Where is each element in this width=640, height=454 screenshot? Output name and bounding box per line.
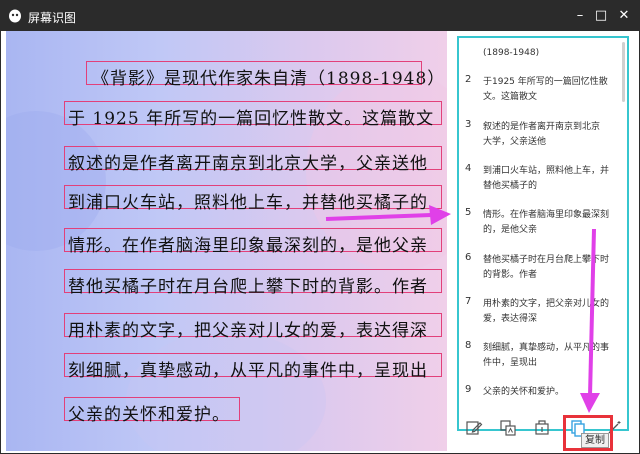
document-line-6: 替他买橘子时在月台爬上攀下时的背影。作者	[68, 277, 428, 297]
result-text: 文。这篇散文	[483, 92, 538, 102]
result-text: 的，是他父亲	[483, 225, 538, 235]
result-number: 8	[465, 340, 472, 351]
translate-icon[interactable]	[499, 419, 517, 437]
source-image-pane: 《背影》是现代作家朱自清（1898-1948） 于 1925 年所写的一篇回忆性…	[6, 31, 447, 451]
app-window: 屏幕识图 – □ ✕ 《背影》是现代作家朱自清（1898-1948） 于 192…	[0, 0, 640, 454]
result-partial-line: (1898-1948)	[483, 48, 540, 58]
result-text: 用朴素的文字，把父亲对儿女的	[483, 299, 610, 309]
document-line-4: 到浦口火车站，照料他上车，并替他买橘子的	[68, 193, 428, 213]
app-logo-icon	[9, 9, 21, 23]
result-text: 替他买橘子时在月台爬上攀下时	[483, 255, 610, 265]
result-text: 件中，呈现出	[483, 358, 538, 368]
result-text: 爱，表达得深	[483, 314, 538, 324]
document-line-3: 叙述的是作者离开南京到北京大学，父亲送他	[68, 154, 428, 174]
ocr-result-list[interactable]: (1898-1948) 2 于1925 年所写的一篇回忆性散 文。这篇散文 3 …	[457, 36, 629, 431]
result-scrollbar[interactable]	[622, 42, 625, 102]
title-bar[interactable]: 屏幕识图 – □ ✕	[1, 1, 639, 31]
result-number: 3	[465, 119, 472, 130]
close-button[interactable]: ✕	[614, 7, 634, 25]
result-text: 叙述的是作者离开南京到北京	[483, 122, 601, 132]
document-line-2: 于 1925 年所写的一篇回忆性散文。这篇散文	[68, 109, 435, 129]
result-text: 大学，父亲送他	[483, 137, 547, 147]
result-text: 替他买橘子的	[483, 181, 538, 191]
document-line-8: 刻细腻，真挚感动，从平凡的事件中，呈现出	[68, 361, 428, 381]
result-number: 9	[465, 384, 472, 395]
result-number: 4	[465, 163, 472, 174]
result-text: 到浦口火车站，照料他上车，并	[483, 166, 610, 176]
document-line-7: 用朴素的文字，把父亲对儿女的爱，表达得深	[68, 321, 428, 341]
result-text: 刻细腻，真挚感动，从平凡的事	[483, 343, 610, 353]
result-number: 6	[465, 252, 472, 263]
result-number: 7	[465, 296, 472, 307]
result-number: 5	[465, 207, 472, 218]
window-title: 屏幕识图	[28, 11, 77, 25]
maximize-button[interactable]: □	[591, 7, 611, 25]
result-text: 于1925 年所写的一篇回忆性散	[483, 77, 608, 87]
export-icon[interactable]	[533, 419, 551, 437]
edit-icon[interactable]	[465, 419, 483, 437]
result-text: 的背影。作者	[483, 270, 538, 280]
document-line-5: 情形。在作者脑海里印象最深刻的，是他父亲	[68, 236, 428, 256]
result-text: 父亲的关怀和爱护。	[483, 387, 565, 397]
result-pane: (1898-1948) 2 于1925 年所写的一篇回忆性散 文。这篇散文 3 …	[449, 31, 639, 451]
background-shape	[126, 331, 326, 451]
document-line-1: 《背影》是现代作家朱自清（1898-1948）	[92, 69, 446, 89]
minimize-button[interactable]: –	[570, 7, 590, 25]
result-number: 2	[465, 74, 472, 85]
highlight-frame	[563, 415, 613, 451]
result-text: 情形。在作者脑海里印象最深刻	[483, 210, 610, 220]
document-line-9: 父亲的关怀和爱护。	[68, 405, 230, 425]
